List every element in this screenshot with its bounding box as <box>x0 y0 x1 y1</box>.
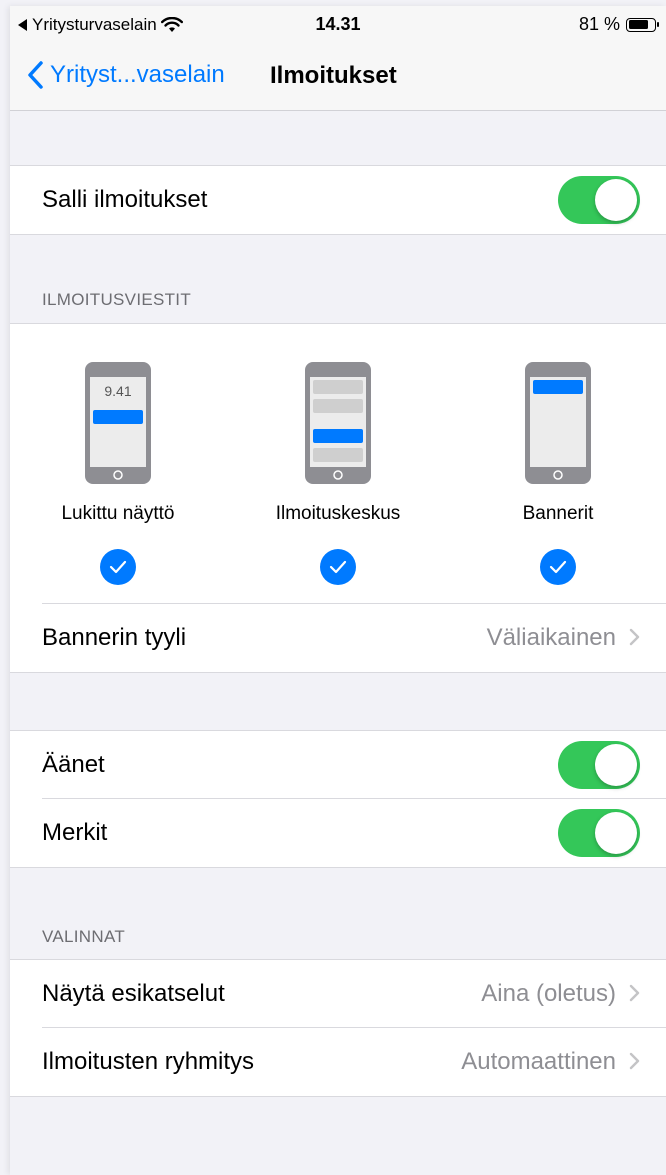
allow-notifications-toggle[interactable] <box>558 176 640 224</box>
notification-center-phone-icon <box>305 362 371 484</box>
status-bar: Yritysturvaselain 14.31 81 % <box>10 6 666 44</box>
lock-screen-time: 9.41 <box>104 383 131 399</box>
battery-status: 81 % <box>578 14 659 35</box>
back-button-label: Yrityst...vaselain <box>50 61 225 88</box>
checkmark-icon <box>109 560 127 574</box>
sounds-toggle[interactable] <box>558 741 640 789</box>
lock-screen-label: Lukittu näyttö <box>61 503 175 524</box>
allow-notifications-row: Salli ilmoitukset <box>10 166 666 234</box>
chevron-right-icon <box>629 984 640 1002</box>
banner-style-row[interactable]: Bannerin tyyli Väliaikainen <box>10 604 666 672</box>
grouping-label: Ilmoitusten ryhmitys <box>42 1048 255 1075</box>
page-title: Ilmoitukset <box>270 62 397 89</box>
alert-styles: 9.41 Lukittu näyttö Ilmoituskeskus Banne… <box>10 324 666 604</box>
settings-screen: Yritysturvaselain 14.31 81 % Yrityst...v… <box>10 6 666 1175</box>
sounds-row: Äänet <box>10 731 666 799</box>
banners-phone-icon <box>525 362 591 484</box>
previews-row[interactable]: Näytä esikatselut Aina (oletus) <box>10 960 666 1028</box>
lock-screen-check[interactable] <box>100 549 136 585</box>
toggle-knob <box>595 744 637 786</box>
back-button[interactable]: Yrityst...vaselain <box>26 60 225 90</box>
previews-value: Aina (oletus) <box>481 980 616 1007</box>
toggle-knob <box>595 812 637 854</box>
banners-option[interactable]: Bannerit <box>458 362 658 585</box>
alerts-header: ILMOITUSVIESTIT <box>42 290 192 309</box>
badges-toggle[interactable] <box>558 809 640 857</box>
lock-screen-phone-icon: 9.41 <box>85 362 151 484</box>
allow-section: Salli ilmoitukset <box>10 165 666 235</box>
banner-style-label: Bannerin tyyli <box>42 624 187 651</box>
chevron-right-icon <box>629 1052 640 1070</box>
banner-style-value: Väliaikainen <box>486 624 616 651</box>
grouping-value: Automaattinen <box>461 1048 616 1075</box>
sounds-badges-section: Äänet Merkit <box>10 730 666 868</box>
chevron-right-icon <box>629 628 640 646</box>
chevron-left-icon <box>28 61 43 89</box>
previews-label: Näytä esikatselut <box>42 980 225 1007</box>
banners-check[interactable] <box>540 549 576 585</box>
notification-center-check[interactable] <box>320 549 356 585</box>
navigation-bar: Yrityst...vaselain Ilmoitukset <box>10 44 666 111</box>
alerts-section: 9.41 Lukittu näyttö Ilmoituskeskus Banne… <box>10 323 666 673</box>
battery-percent: 81 % <box>578 14 620 34</box>
options-section: Näytä esikatselut Aina (oletus) Ilmoitus… <box>10 959 666 1097</box>
notification-center-option[interactable]: Ilmoituskeskus <box>238 362 438 585</box>
badges-label: Merkit <box>42 819 108 846</box>
notification-center-label: Ilmoituskeskus <box>275 503 401 524</box>
clock: 14.31 <box>315 14 361 34</box>
options-header: VALINNAT <box>42 927 126 946</box>
lock-screen-option[interactable]: 9.41 Lukittu näyttö <box>18 362 218 585</box>
badges-row: Merkit <box>10 799 666 867</box>
sounds-label: Äänet <box>42 751 105 778</box>
banners-label: Bannerit <box>522 503 594 524</box>
battery-icon <box>626 17 659 32</box>
checkmark-icon <box>549 560 567 574</box>
toggle-knob <box>595 179 637 221</box>
grouping-row[interactable]: Ilmoitusten ryhmitys Automaattinen <box>10 1028 666 1096</box>
allow-notifications-label: Salli ilmoitukset <box>42 186 208 213</box>
battery-level <box>628 20 648 29</box>
checkmark-icon <box>329 560 347 574</box>
